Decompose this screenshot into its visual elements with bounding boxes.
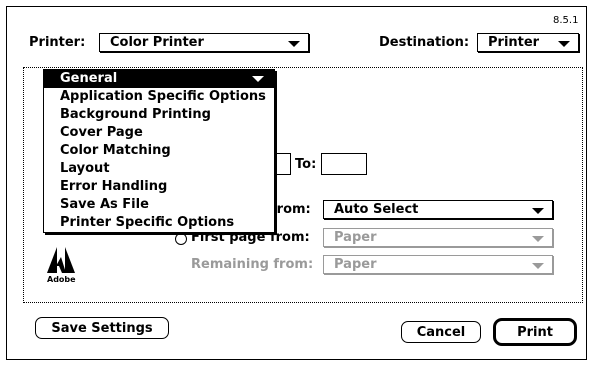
menu-item-background-printing[interactable]: Background Printing (44, 106, 274, 124)
chevron-down-icon (252, 76, 264, 82)
destination-popup[interactable]: Printer (477, 33, 579, 52)
first-page-radio[interactable] (175, 233, 187, 245)
printer-popup-value: Color Printer (110, 35, 204, 50)
menu-item-general[interactable]: General (44, 70, 274, 88)
first-page-value: Paper (334, 230, 377, 245)
destination-label: Destination: (379, 35, 470, 50)
adobe-logo: Adobe (47, 247, 79, 287)
menu-item-printer-specific-options[interactable]: Printer Specific Options (44, 214, 274, 232)
menu-item-save-as-file[interactable]: Save As File (44, 196, 274, 214)
adobe-icon (47, 247, 75, 273)
version-label: 8.5.1 (553, 15, 579, 26)
remaining-popup[interactable]: Paper (323, 255, 553, 274)
paper-source-value: Auto Select (334, 202, 419, 217)
chevron-down-icon (532, 208, 544, 214)
paper-source-from-label: from: (271, 202, 311, 217)
first-page-popup[interactable]: Paper (323, 228, 553, 247)
paper-source-popup[interactable]: Auto Select (323, 200, 553, 219)
menu-item-cover-page[interactable]: Cover Page (44, 124, 274, 142)
destination-popup-value: Printer (488, 35, 540, 50)
print-button[interactable]: Print (493, 318, 577, 346)
adobe-wordmark: Adobe (47, 275, 76, 284)
chevron-down-icon (532, 263, 544, 269)
menu-item-layout[interactable]: Layout (44, 160, 274, 178)
remaining-value: Paper (334, 257, 377, 272)
chevron-down-icon (558, 41, 570, 47)
menu-item-error-handling[interactable]: Error Handling (44, 178, 274, 196)
remaining-label: Remaining from: (191, 257, 314, 272)
to-label: To: (295, 157, 317, 172)
options-menu: General Application Specific Options Bac… (43, 69, 275, 233)
print-dialog: 8.5.1 Printer: Color Printer Destination… (6, 6, 587, 360)
menu-item-application-specific-options[interactable]: Application Specific Options (44, 88, 274, 106)
to-page-field[interactable] (321, 153, 367, 175)
printer-label: Printer: (29, 35, 86, 50)
chevron-down-icon (532, 236, 544, 242)
save-settings-button[interactable]: Save Settings (35, 317, 169, 339)
printer-popup[interactable]: Color Printer (99, 33, 309, 52)
cancel-button[interactable]: Cancel (401, 321, 481, 343)
chevron-down-icon (288, 41, 300, 47)
menu-item-label: General (60, 71, 118, 86)
menu-item-color-matching[interactable]: Color Matching (44, 142, 274, 160)
